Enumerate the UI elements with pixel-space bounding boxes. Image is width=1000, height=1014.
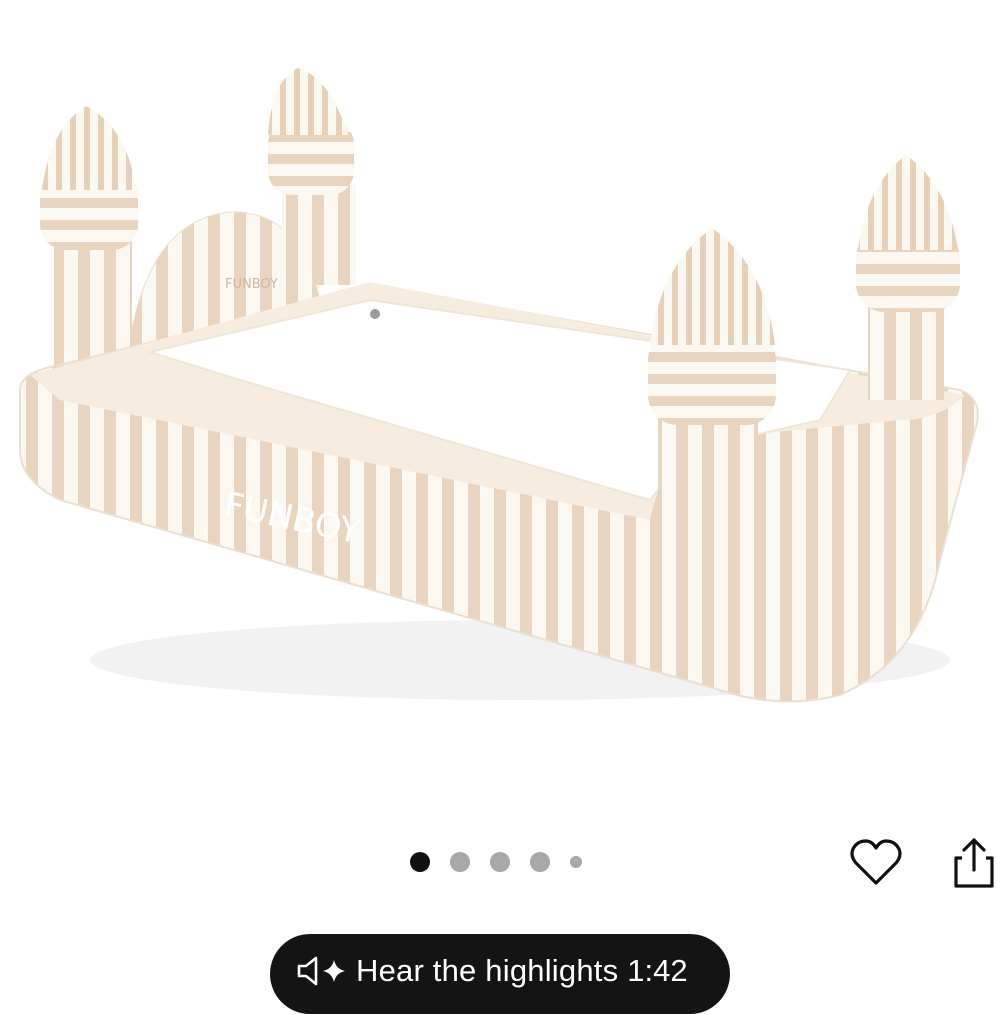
audio-highlights-duration: 1:42 (627, 953, 688, 988)
carousel-dot[interactable] (450, 852, 470, 872)
wishlist-button[interactable] (848, 836, 904, 892)
tower-front-left (40, 106, 138, 365)
svg-text:FUNBOY: FUNBOY (225, 277, 278, 292)
carousel-indicator (410, 852, 602, 872)
carousel-dot[interactable] (570, 856, 582, 868)
share-button[interactable] (948, 836, 1000, 892)
audio-highlights-button[interactable]: Hear the highlights 1:42 (270, 934, 730, 1014)
speaker-sparkle-icon (296, 954, 348, 993)
tower-back-right (856, 155, 960, 400)
product-image-gallery[interactable]: FUNBOY FUNBOY (0, 0, 1000, 820)
carousel-dot[interactable] (530, 852, 550, 872)
heart-outline-icon (850, 839, 902, 885)
audio-highlights-label: Hear the highlights (356, 953, 619, 988)
share-icon (954, 838, 994, 888)
tower-front-right (648, 228, 776, 520)
carousel-dot[interactable] (410, 852, 430, 872)
carousel-dot[interactable] (490, 852, 510, 872)
product-image[interactable]: FUNBOY FUNBOY (0, 0, 1000, 820)
